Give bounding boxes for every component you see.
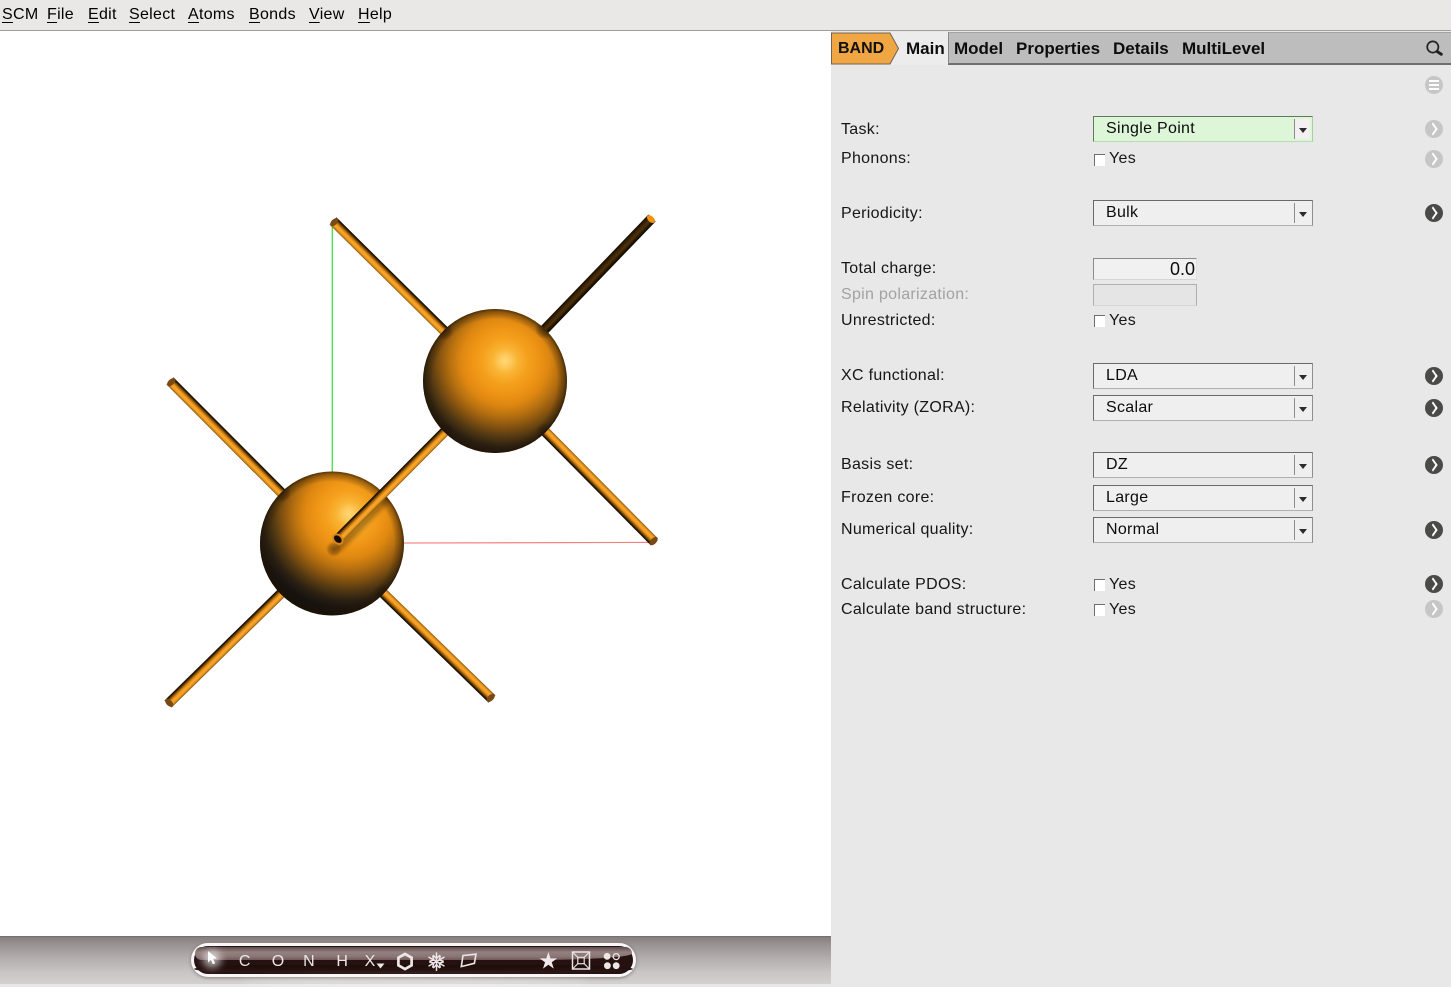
svg-text:X: X	[365, 953, 376, 970]
svg-text:C: C	[239, 953, 251, 970]
svg-text:N: N	[303, 953, 315, 970]
svg-text:H: H	[336, 953, 348, 970]
svg-text:O: O	[272, 953, 284, 970]
